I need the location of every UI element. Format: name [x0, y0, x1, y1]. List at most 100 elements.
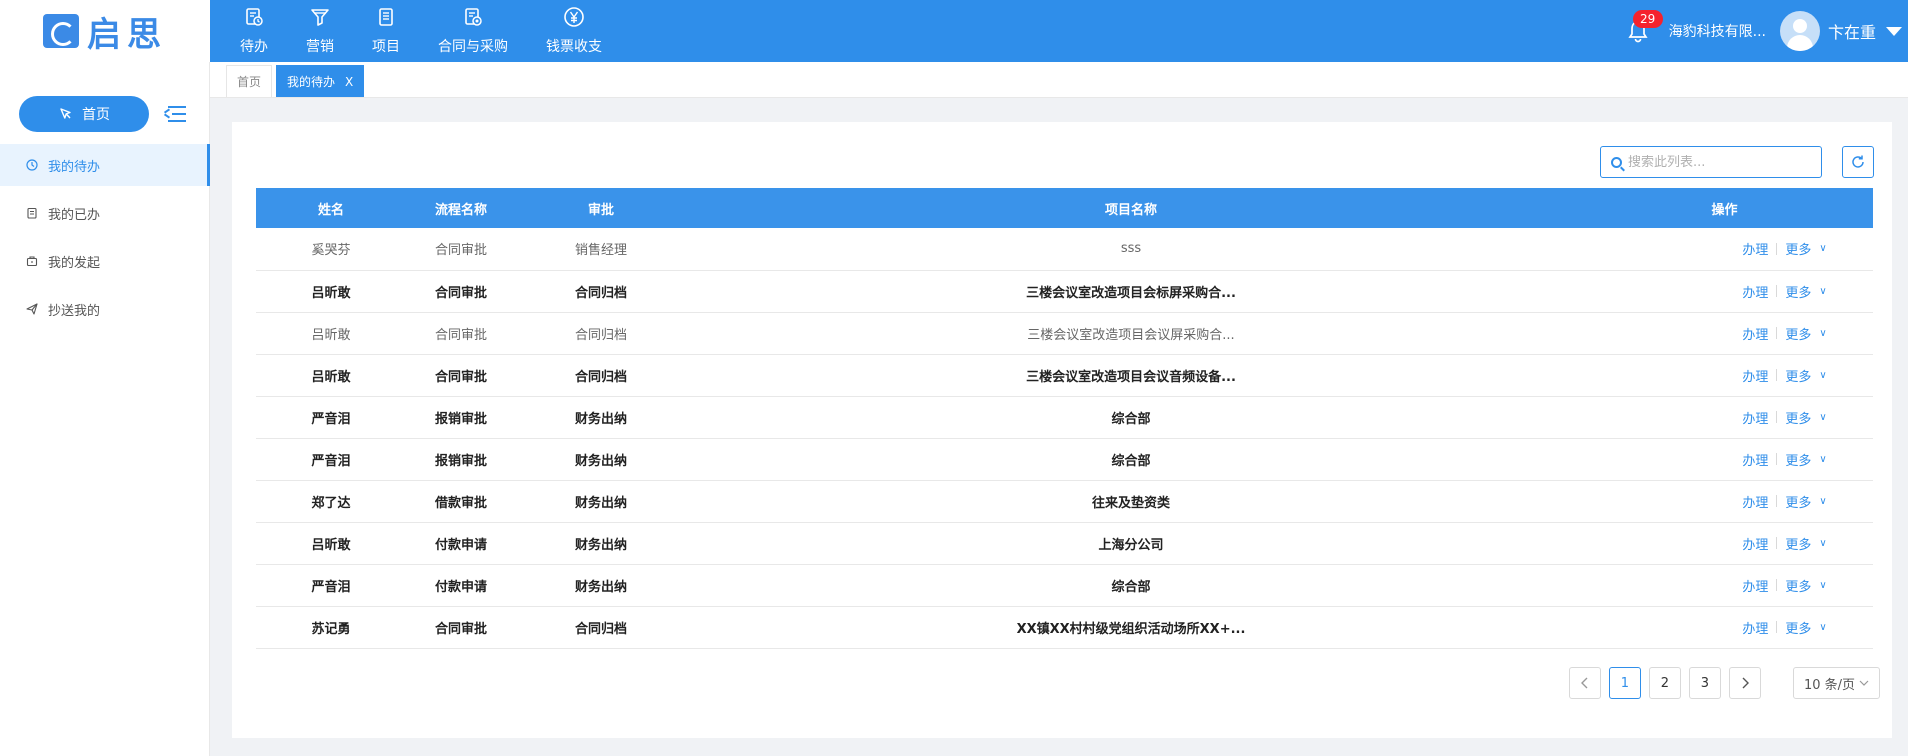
menu-collapse-icon[interactable] [163, 104, 186, 124]
prev-page-button[interactable] [1568, 667, 1601, 699]
more-link[interactable]: 更多 [1785, 618, 1811, 637]
divider [1776, 369, 1778, 381]
column-header-project[interactable]: 项目名称 [686, 188, 1576, 228]
cell-name: 奚哭芬 [311, 243, 351, 259]
cell-approve: 财务出纳 [574, 411, 627, 427]
more-link[interactable]: 更多 [1785, 324, 1811, 343]
page-button-3[interactable]: 3 [1688, 667, 1721, 699]
handle-link[interactable]: 办理 [1742, 492, 1768, 511]
next-page-button[interactable] [1728, 667, 1761, 699]
table-header-row: 姓名 流程名称 审批 项目名称 操作 [256, 188, 1873, 228]
handle-link[interactable]: 办理 [1742, 534, 1768, 553]
sidebar-item-cc-to-me[interactable]: 抄送我的 [0, 288, 210, 330]
chevron-down-icon: ∨ [1819, 411, 1827, 423]
column-header-name[interactable]: 姓名 [256, 188, 406, 228]
more-link[interactable]: 更多 [1785, 450, 1811, 469]
table-row[interactable]: 严音泪 付款申请 财务出纳 综合部 办理 更多 ∨ [256, 564, 1873, 606]
chevron-down-icon [1859, 680, 1869, 686]
cell-flow: 付款申请 [434, 537, 487, 553]
table-row[interactable]: 吕昕敢 付款申请 财务出纳 上海分公司 办理 更多 ∨ [256, 522, 1873, 564]
logo-text: 启思 [87, 14, 167, 55]
sidebar-item-my-todo[interactable]: 我的待办 [0, 144, 210, 186]
chevron-down-icon[interactable] [1886, 26, 1902, 36]
page-button-2[interactable]: 2 [1648, 667, 1681, 699]
logo[interactable]: 启思 [0, 0, 210, 62]
column-header-approve[interactable]: 审批 [516, 188, 686, 228]
cell-approve: 合同归档 [574, 327, 627, 343]
chevron-down-icon: ∨ [1819, 537, 1827, 549]
clock-icon [26, 159, 38, 171]
cell-approve: 财务出纳 [574, 453, 627, 469]
home-button[interactable]: 首页 [19, 96, 149, 132]
chevron-down-icon: ∨ [1819, 285, 1827, 297]
chevron-left-icon [1580, 677, 1588, 689]
company-selector[interactable]: 海豹科技有限... [1669, 21, 1766, 41]
page-button-1[interactable]: 1 [1608, 667, 1641, 699]
chevron-down-icon: ∨ [1819, 621, 1827, 633]
nav-item-marketing[interactable]: 营销 [306, 0, 334, 62]
table-row[interactable]: 吕昕敢 合同审批 合同归档 三楼会议室改造项目会标屏采购合... 办理 更多 ∨ [256, 270, 1873, 312]
todo-table: 姓名 流程名称 审批 项目名称 操作 奚哭芬 合同审批 销售经理 sss 办理 更多 ∨ 吕昕… [256, 188, 1873, 649]
cell-name: 严音泪 [311, 579, 351, 595]
close-icon[interactable]: X [345, 75, 353, 89]
notification-button[interactable]: 29 [1623, 10, 1663, 46]
cell-project: 三楼会议室改造项目会议音频设备... [1026, 369, 1236, 385]
chevron-down-icon: ∨ [1819, 495, 1827, 507]
table-row[interactable]: 吕昕敢 合同审批 合同归档 三楼会议室改造项目会议屏采购合... 办理 更多 ∨ [256, 312, 1873, 354]
nav-item-project[interactable]: 项目 [372, 0, 400, 62]
sidebar-item-label: 我的发起 [48, 255, 101, 271]
cell-actions: 办理 更多 ∨ [1576, 228, 1873, 270]
cell-actions: 办理 更多 ∨ [1576, 606, 1873, 648]
cell-project: XX镇XX村村级党组织活动场所XX+... [1016, 621, 1246, 637]
clipboard-icon [26, 207, 38, 219]
cell-actions: 办理 更多 ∨ [1576, 480, 1873, 522]
table-row[interactable]: 吕昕敢 合同审批 合同归档 三楼会议室改造项目会议音频设备... 办理 更多 ∨ [256, 354, 1873, 396]
more-link[interactable]: 更多 [1785, 366, 1811, 385]
table-row[interactable]: 苏记勇 合同审批 合同归档 XX镇XX村村级党组织活动场所XX+... 办理 更多 ∨ [256, 606, 1873, 648]
more-link[interactable]: 更多 [1785, 534, 1811, 553]
sidebar-item-label: 我的待办 [48, 159, 101, 175]
divider [1776, 495, 1778, 507]
handle-link[interactable]: 办理 [1742, 408, 1768, 427]
nav-item-contract[interactable]: 合同与采购 [438, 0, 508, 62]
table-row[interactable]: 郑了达 借款审批 财务出纳 往来及垫资类 办理 更多 ∨ [256, 480, 1873, 522]
tab-my-todo[interactable]: 我的待办 X [276, 65, 365, 97]
cell-project: 往来及垫资类 [1091, 495, 1170, 511]
more-link[interactable]: 更多 [1785, 282, 1811, 301]
chevron-down-icon: ∨ [1819, 243, 1827, 255]
briefcase-icon [26, 255, 38, 267]
handle-link[interactable]: 办理 [1742, 282, 1768, 301]
sidebar-item-my-done[interactable]: 我的已办 [0, 192, 210, 234]
page-size-select[interactable]: 10 条/页 [1792, 667, 1880, 699]
cell-actions: 办理 更多 ∨ [1576, 438, 1873, 480]
tab-home[interactable]: 首页 [226, 65, 273, 97]
more-link[interactable]: 更多 [1785, 239, 1811, 258]
search-box[interactable] [1600, 146, 1822, 178]
chevron-down-icon: ∨ [1819, 453, 1827, 465]
more-link[interactable]: 更多 [1785, 408, 1811, 427]
sidebar-item-my-initiated[interactable]: 我的发起 [0, 240, 210, 282]
table-row[interactable]: 严音泪 报销审批 财务出纳 综合部 办理 更多 ∨ [256, 438, 1873, 480]
search-input[interactable] [1628, 154, 1808, 170]
handle-link[interactable]: 办理 [1742, 576, 1768, 595]
cell-name: 吕昕敢 [311, 369, 351, 385]
cell-name: 苏记勇 [311, 621, 351, 637]
handle-link[interactable]: 办理 [1742, 324, 1768, 343]
handle-link[interactable]: 办理 [1742, 239, 1768, 258]
handle-link[interactable]: 办理 [1742, 450, 1768, 469]
more-link[interactable]: 更多 [1785, 576, 1811, 595]
column-header-flow[interactable]: 流程名称 [406, 188, 516, 228]
handle-link[interactable]: 办理 [1742, 618, 1768, 637]
handle-link[interactable]: 办理 [1742, 366, 1768, 385]
table-row[interactable]: 严音泪 报销审批 财务出纳 综合部 办理 更多 ∨ [256, 396, 1873, 438]
nav-item-finance[interactable]: 钱票收支 [546, 0, 602, 62]
nav-item-todo[interactable]: 待办 [240, 0, 268, 62]
user-name[interactable]: 卞在重 [1828, 19, 1876, 43]
refresh-button[interactable] [1842, 146, 1874, 178]
table-row[interactable]: 奚哭芬 合同审批 销售经理 sss 办理 更多 ∨ [256, 228, 1873, 270]
cell-approve: 财务出纳 [574, 495, 627, 511]
more-link[interactable]: 更多 [1785, 492, 1811, 511]
logo-icon [43, 14, 79, 48]
cell-actions: 办理 更多 ∨ [1576, 396, 1873, 438]
avatar[interactable] [1779, 11, 1820, 51]
